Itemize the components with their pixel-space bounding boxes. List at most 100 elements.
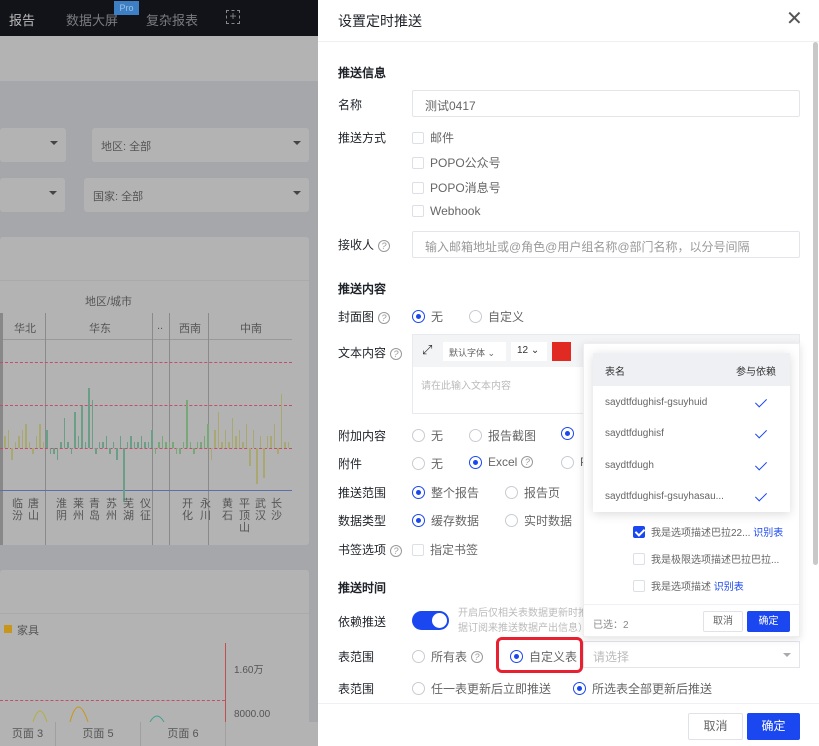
help-icon[interactable]: ? bbox=[390, 544, 403, 557]
label: 名称 bbox=[338, 98, 363, 112]
close-icon[interactable]: ✕ bbox=[786, 6, 803, 31]
cancel-button[interactable]: 取消 bbox=[688, 713, 743, 740]
trigger-any[interactable]: 任一表更新后立即推送 bbox=[412, 680, 551, 697]
bar bbox=[263, 448, 265, 478]
cover-custom[interactable]: 自定义 bbox=[469, 308, 524, 325]
attach-excel[interactable]: Excel? bbox=[469, 455, 534, 469]
receiver-input[interactable]: 输入邮箱地址或@角色@用户组名称@部门名称，以分号间隔 bbox=[412, 231, 800, 258]
tab-dashboard[interactable]: 数据大屏 bbox=[66, 10, 118, 29]
size-select[interactable]: 12 ⌄ bbox=[511, 342, 547, 361]
cover-none[interactable]: 无 bbox=[412, 308, 443, 325]
bar bbox=[91, 400, 93, 448]
option-1[interactable]: 我是选项描述巴拉22... 识别表 bbox=[633, 524, 783, 539]
column-header: 表名 bbox=[605, 367, 625, 378]
city-label: 永川 bbox=[200, 498, 211, 522]
page-tab[interactable]: 页面 3 bbox=[0, 722, 56, 746]
identify-table-link: 识别表 bbox=[713, 582, 744, 593]
bar bbox=[39, 424, 41, 448]
label: 推送方式 bbox=[338, 131, 387, 145]
method-webhook[interactable]: Webhook bbox=[412, 204, 480, 218]
city-label: 唐山 bbox=[28, 498, 39, 522]
bar bbox=[186, 400, 188, 448]
dependency-toggle[interactable] bbox=[412, 611, 449, 630]
option-3[interactable]: 我是选项描述 识别表 bbox=[633, 578, 744, 593]
popover-confirm-button[interactable]: 确定 bbox=[747, 611, 790, 632]
text-color-picker[interactable] bbox=[552, 342, 571, 361]
bar bbox=[270, 436, 272, 448]
font-select[interactable]: 默认字体 ⌄ bbox=[443, 342, 506, 361]
line-series bbox=[32, 706, 165, 722]
tab-report[interactable]: 报告 bbox=[9, 10, 35, 29]
table-select[interactable]: 请选择 bbox=[583, 641, 800, 668]
bar bbox=[116, 448, 118, 460]
page-tab[interactable]: 页面 6 bbox=[141, 722, 226, 746]
help-icon[interactable]: ? bbox=[378, 311, 391, 324]
bar bbox=[81, 406, 83, 448]
table-scope-all[interactable]: 所有表? bbox=[412, 648, 484, 665]
city-label: 长沙 bbox=[271, 498, 282, 522]
dtype-cache[interactable]: 缓存数据 bbox=[412, 512, 479, 529]
bar bbox=[11, 448, 13, 460]
method-email[interactable]: 邮件 bbox=[412, 129, 454, 146]
bar bbox=[102, 442, 104, 448]
region-filter[interactable]: 地区: 全部 bbox=[92, 128, 309, 162]
bar bbox=[88, 388, 90, 448]
bar bbox=[74, 412, 76, 448]
city-label: 青岛 bbox=[89, 498, 100, 522]
extra-screenshot[interactable]: 报告截图 bbox=[469, 427, 536, 444]
scrollbar[interactable] bbox=[813, 42, 818, 565]
bar bbox=[235, 436, 237, 448]
bar bbox=[242, 442, 244, 448]
table-row: saydtfdughisf-gsuyhuid bbox=[605, 397, 708, 408]
extra-none[interactable]: 无 bbox=[412, 427, 443, 444]
country-filter[interactable]: 国家: 全部 bbox=[84, 178, 309, 212]
bar bbox=[42, 442, 44, 448]
city-label: 临汾 bbox=[12, 498, 23, 522]
label: 表范围 bbox=[338, 682, 375, 696]
bar bbox=[182, 442, 184, 448]
popover-cancel-button[interactable]: 取消 bbox=[703, 611, 743, 632]
toolbar-band bbox=[0, 36, 319, 81]
bar bbox=[158, 442, 160, 448]
top-nav: 报告 数据大屏 Pro 复杂报表 + bbox=[0, 0, 319, 36]
bar bbox=[112, 442, 114, 448]
method-popo-message[interactable]: POPO消息号 bbox=[412, 179, 501, 196]
scope-page[interactable]: 报告页 bbox=[505, 484, 560, 501]
attach-none[interactable]: 无 bbox=[412, 455, 443, 472]
tab-complex-report[interactable]: 复杂报表 bbox=[146, 10, 198, 29]
confirm-button[interactable]: 确定 bbox=[747, 713, 800, 740]
help-icon[interactable]: ? bbox=[390, 347, 403, 360]
table-row: saydtfdughisf bbox=[605, 428, 664, 439]
city-label: 黄石 bbox=[222, 498, 233, 522]
bar bbox=[266, 436, 268, 448]
filter-select[interactable] bbox=[0, 178, 65, 212]
name-input[interactable]: 测试0417 bbox=[412, 90, 800, 117]
pro-badge: Pro bbox=[114, 1, 139, 15]
bar bbox=[35, 436, 37, 448]
filter-select[interactable] bbox=[0, 128, 66, 162]
extra-option-3[interactable] bbox=[561, 427, 580, 440]
trigger-all[interactable]: 所选表全部更新后推送 bbox=[573, 680, 712, 697]
bar bbox=[175, 448, 177, 454]
page-tab[interactable]: 页面 5 bbox=[56, 722, 141, 746]
bar bbox=[224, 430, 226, 448]
bar bbox=[14, 442, 16, 448]
dtype-realtime[interactable]: 实时数据 bbox=[505, 512, 572, 529]
method-popo-public[interactable]: POPO公众号 bbox=[412, 154, 501, 171]
expand-icon[interactable]: ⤢ bbox=[422, 342, 432, 358]
highlight-box bbox=[496, 637, 583, 673]
bar bbox=[60, 442, 62, 448]
bar bbox=[56, 448, 58, 460]
add-icon[interactable]: + bbox=[226, 10, 240, 24]
option-2[interactable]: 我是极限选项描述巴拉巴拉... bbox=[633, 551, 779, 566]
bookmark-checkbox[interactable]: 指定书签 bbox=[412, 541, 478, 558]
help-icon[interactable]: ? bbox=[378, 239, 391, 252]
label: 依赖推送 bbox=[338, 615, 387, 629]
scope-whole[interactable]: 整个报告 bbox=[412, 484, 479, 501]
bar bbox=[259, 436, 261, 448]
bar bbox=[196, 442, 198, 448]
bar bbox=[161, 436, 163, 448]
bar bbox=[70, 448, 72, 454]
bar bbox=[154, 448, 156, 454]
bar bbox=[25, 424, 27, 448]
